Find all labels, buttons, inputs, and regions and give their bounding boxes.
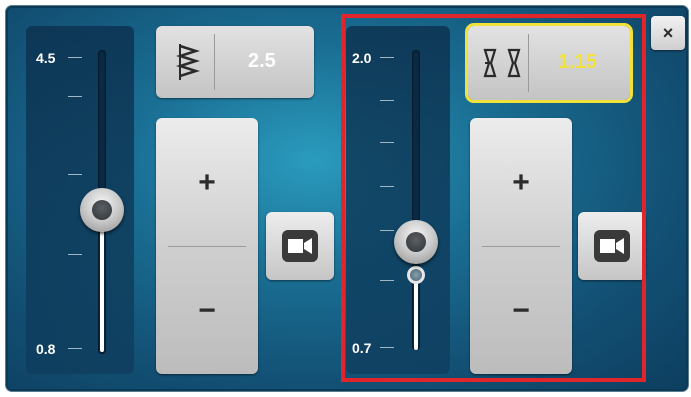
tick-mark	[68, 174, 82, 175]
tick-mark	[68, 96, 82, 97]
close-icon: ×	[662, 22, 674, 43]
stitch-width-min-label: 0.8	[36, 341, 56, 357]
stitch-width-value: 2.5	[248, 50, 276, 72]
decrease-button[interactable]: −	[156, 294, 258, 328]
highlight-frame	[341, 14, 646, 382]
tick-mark	[68, 57, 82, 58]
video-camera-icon	[282, 230, 318, 262]
stitch-width-max-label: 4.5	[36, 50, 56, 66]
divider	[214, 34, 215, 90]
tick-mark	[68, 254, 82, 255]
tick-mark	[68, 348, 82, 349]
increase-button[interactable]: +	[156, 166, 258, 200]
stitch-width-stepper: + −	[156, 118, 258, 374]
close-button[interactable]: ×	[651, 16, 685, 50]
divider	[168, 246, 246, 247]
stitch-width-slider-thumb[interactable]	[80, 188, 124, 232]
stitch-width-video-button[interactable]	[266, 212, 334, 280]
zigzag-stitch-icon	[176, 44, 200, 80]
stitch-width-value-button[interactable]: 2.5	[156, 26, 314, 98]
